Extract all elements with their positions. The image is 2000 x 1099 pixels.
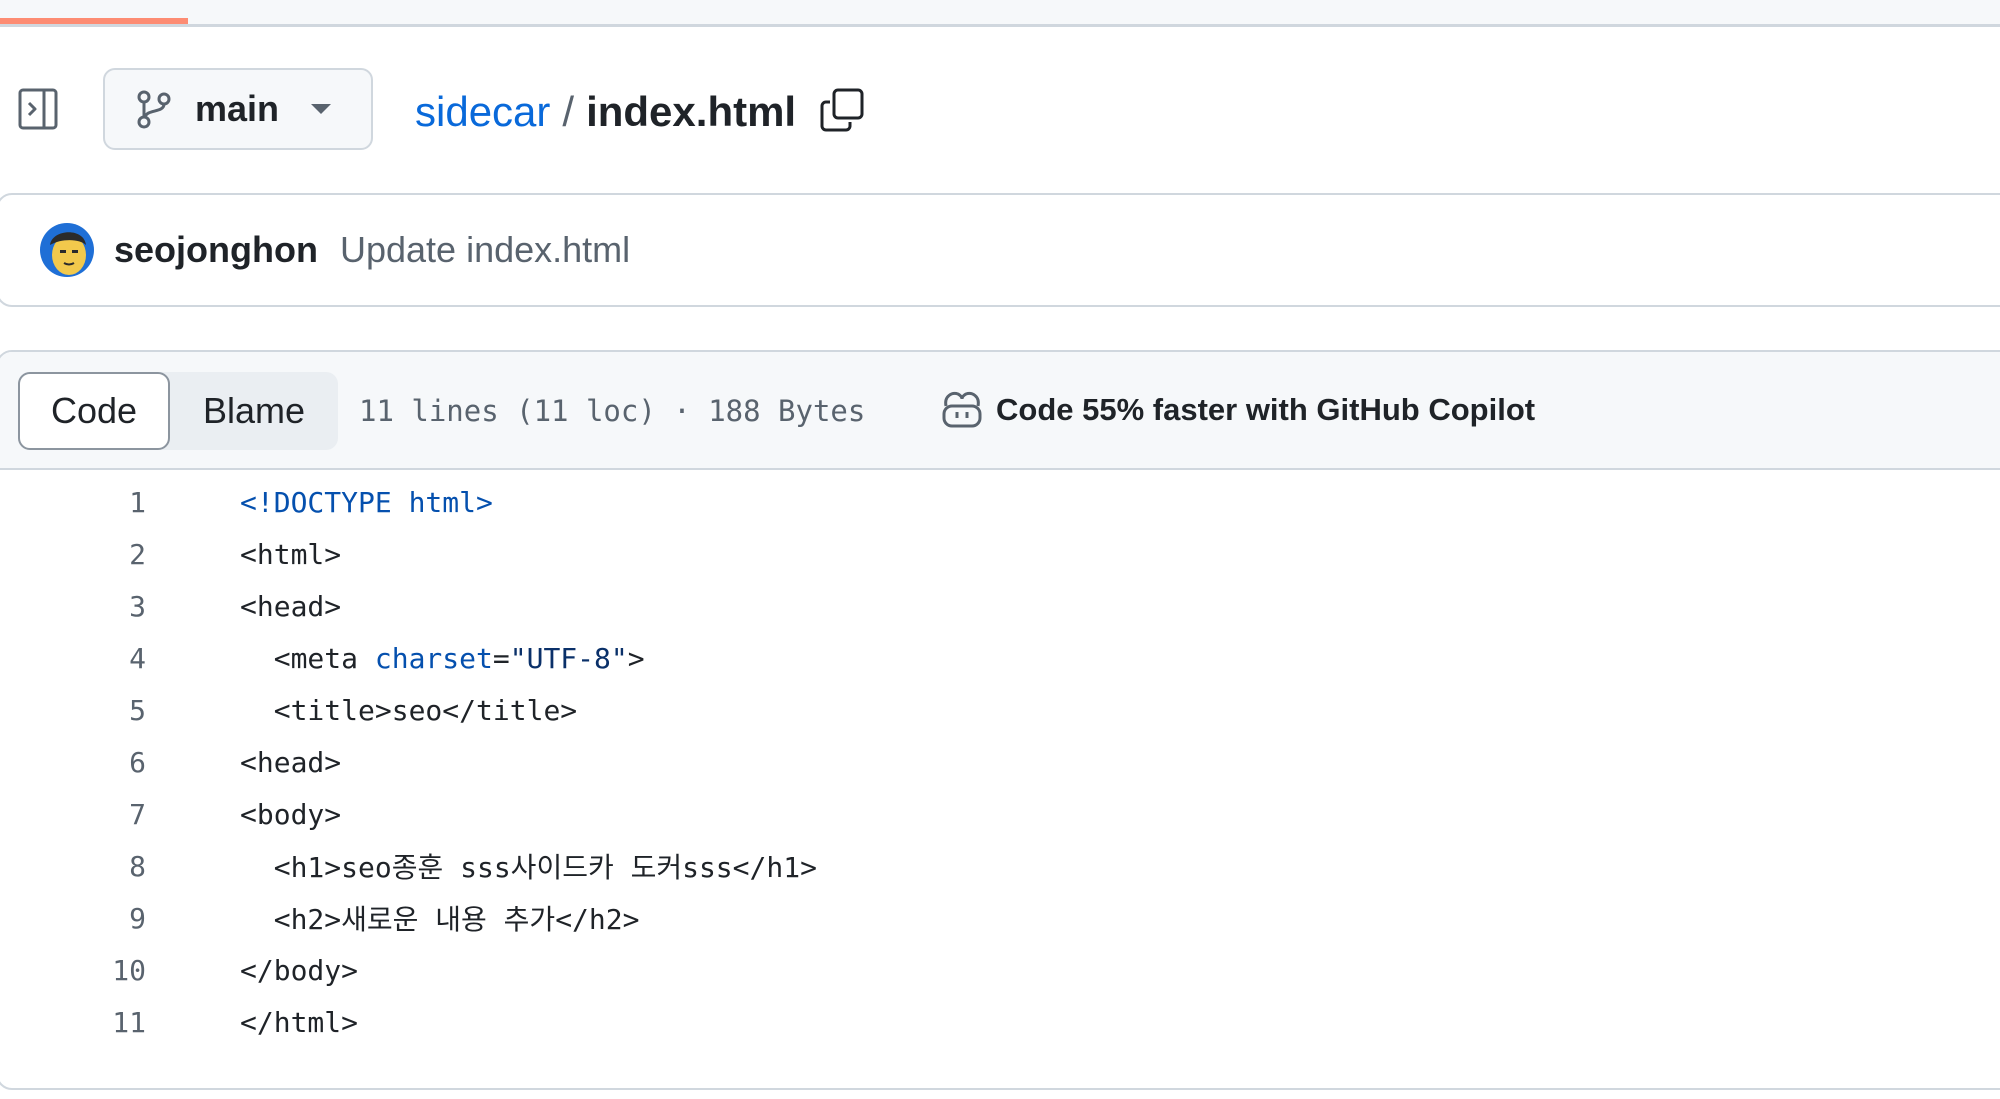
tab-code[interactable]: Code: [18, 372, 170, 450]
sidebar-toggle-button[interactable]: [18, 88, 58, 130]
git-branch-icon: [135, 89, 173, 129]
code-token: <!DOCTYPE html>: [240, 485, 493, 519]
copy-path-button[interactable]: [818, 86, 866, 134]
file-header: Code Blame 11 lines (11 loc) · 188 Bytes…: [0, 352, 2000, 470]
line-source: <head>: [240, 746, 341, 779]
breadcrumb: sidecar / index.html: [415, 82, 796, 142]
line-source: <meta charset="UTF-8">: [240, 642, 645, 675]
code-line: 3 <head>: [0, 580, 2000, 632]
code-listing: 1 <!DOCTYPE html> 2 <html> 3 <head> 4 <meta ch…: [0, 476, 2000, 1048]
line-number[interactable]: 10: [58, 954, 146, 987]
copilot-promo-link[interactable]: Code 55% faster with GitHub Copilot: [940, 382, 1535, 438]
line-source: </body>: [240, 954, 358, 987]
code-blame-toggle: Code Blame: [18, 372, 338, 450]
breadcrumb-file-name: index.html: [586, 88, 797, 135]
line-source: <title>seo</title>: [240, 694, 577, 727]
triangle-down-icon: [309, 102, 333, 116]
line-source: <!DOCTYPE html>: [240, 486, 493, 519]
code-token: </body>: [240, 953, 359, 987]
code-token: <body>: [240, 797, 342, 831]
sidebar-expand-icon: [18, 88, 58, 130]
code-token: 새로운 내용 추가: [341, 903, 556, 936]
code-line: 9 <h2>새로운 내용 추가</h2>: [0, 892, 2000, 944]
line-number[interactable]: 4: [58, 642, 146, 675]
tab-blame[interactable]: Blame: [170, 372, 338, 450]
line-source: <head>: [240, 590, 341, 623]
code-token: <meta: [240, 641, 375, 675]
copilot-icon: [940, 390, 984, 430]
code-line: 4 <meta charset="UTF-8">: [0, 632, 2000, 684]
line-source: <h2>새로운 내용 추가</h2>: [240, 898, 640, 938]
code-token: <h1>: [240, 851, 342, 884]
copy-icon: [820, 88, 864, 132]
code-line: 5 <title>seo</title>: [0, 684, 2000, 736]
branch-selector-button[interactable]: main: [103, 68, 373, 150]
code-token: =: [492, 641, 510, 675]
code-line: 8 <h1>seo종훈 sss사이드카 도커sss</h1>: [0, 840, 2000, 892]
code-token: <html>: [240, 537, 342, 571]
commit-author-link[interactable]: seojonghon: [114, 229, 318, 271]
code-token: <head>: [240, 745, 342, 779]
code-token: "UTF-8": [509, 641, 628, 675]
code-token: <head>: [240, 589, 342, 623]
code-line: 1 <!DOCTYPE html>: [0, 476, 2000, 528]
code-token: </h2>: [555, 903, 640, 936]
page-top-strip: [0, 0, 2000, 27]
code-token: seo: [391, 693, 443, 727]
breadcrumb-separator: /: [562, 88, 575, 135]
code-line: 11 </html>: [0, 996, 2000, 1048]
code-token: seo종훈 sss사이드카 도커sss: [341, 851, 733, 884]
line-number[interactable]: 8: [58, 850, 146, 883]
code-token: >: [627, 641, 645, 675]
code-line: 10 </body>: [0, 944, 2000, 996]
line-source: <h1>seo종훈 sss사이드카 도커sss</h1>: [240, 846, 817, 886]
copilot-promo-text: Code 55% faster with GitHub Copilot: [996, 392, 1536, 427]
code-line: 7 <body>: [0, 788, 2000, 840]
code-token: charset: [374, 641, 493, 675]
latest-commit-box: seojonghon Update index.html: [0, 193, 2000, 307]
commit-message-link[interactable]: Update index.html: [340, 229, 630, 271]
line-source: <html>: [240, 538, 341, 571]
line-number[interactable]: 3: [58, 590, 146, 623]
line-number[interactable]: 9: [58, 902, 146, 935]
line-number[interactable]: 6: [58, 746, 146, 779]
code-token: <h2>: [240, 903, 342, 936]
code-line: 6 <head>: [0, 736, 2000, 788]
breadcrumb-repo-link[interactable]: sidecar: [415, 88, 550, 136]
line-number[interactable]: 7: [58, 798, 146, 831]
code-token: </title>: [442, 693, 578, 727]
code-token: </h1>: [732, 851, 817, 884]
file-meta-info: 11 lines (11 loc) · 188 Bytes: [359, 394, 866, 428]
code-line: 2 <html>: [0, 528, 2000, 580]
code-token: <title>: [240, 693, 392, 727]
file-viewer: Code Blame 11 lines (11 loc) · 188 Bytes…: [0, 350, 2000, 1090]
line-source: <body>: [240, 798, 341, 831]
line-number[interactable]: 11: [58, 1006, 146, 1039]
line-number[interactable]: 1: [58, 486, 146, 519]
branch-name: main: [195, 88, 280, 129]
page-load-progress: [0, 18, 188, 24]
line-source: </html>: [240, 1006, 358, 1039]
code-token: </html>: [240, 1005, 359, 1039]
line-number[interactable]: 2: [58, 538, 146, 571]
avatar[interactable]: [40, 223, 94, 277]
line-number[interactable]: 5: [58, 694, 146, 727]
